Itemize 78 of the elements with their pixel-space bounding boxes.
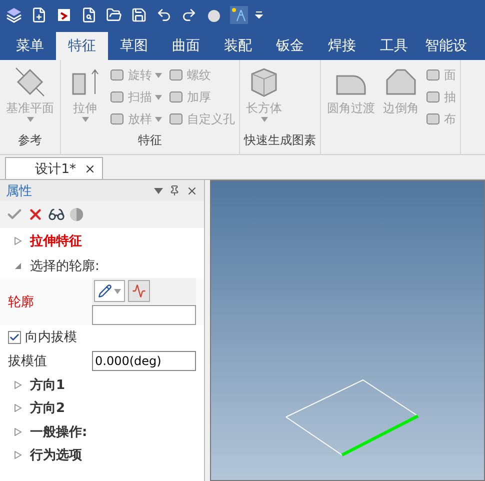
section-header: 方向1 — [30, 376, 66, 394]
ribbon-tab[interactable]: 钣金 — [264, 32, 316, 60]
ribbon-button[interactable]: 边倒角 — [381, 64, 421, 132]
ribbon-tab[interactable]: 工具 — [368, 32, 420, 60]
tool-icon — [425, 111, 441, 127]
section-header: 选择的轮廓: — [30, 258, 100, 274]
half-circle-icon[interactable] — [69, 207, 84, 222]
undo-icon[interactable] — [155, 6, 173, 24]
caret-icon — [114, 288, 121, 294]
close-icon[interactable] — [84, 162, 96, 174]
ribbon-tab[interactable]: 菜单 — [4, 32, 56, 60]
field-label: 拔模值 — [8, 353, 48, 370]
tool-icon — [425, 67, 441, 83]
cancel-icon[interactable] — [27, 206, 44, 223]
tree-icon[interactable] — [230, 6, 248, 24]
ribbon-tab[interactable]: 特征 — [56, 32, 108, 60]
app-logo-icon[interactable] — [5, 6, 23, 24]
dropdown-icon[interactable] — [154, 188, 163, 194]
collapse-arrow-icon[interactable] — [14, 262, 22, 270]
redo-icon[interactable] — [180, 6, 198, 24]
tool-icon — [109, 89, 125, 105]
checkbox-label: 向内拔模 — [25, 329, 77, 346]
expand-arrow-icon[interactable] — [14, 451, 22, 460]
ribbon-small-button[interactable]: 自定义孔 — [168, 108, 235, 130]
section-header: 方向2 — [30, 400, 66, 418]
section-header: 行为选项 — [30, 447, 82, 464]
panel-title: 属性 — [6, 182, 33, 200]
ribbon-small-button[interactable]: 旋转 — [109, 64, 162, 86]
ribbon-button[interactable]: 圆角过渡 — [325, 64, 377, 132]
wave-icon — [132, 284, 146, 298]
group-label: 参考 — [17, 132, 43, 149]
tool-icon — [425, 89, 441, 105]
ribbon-small-button[interactable]: 抽 — [425, 86, 456, 108]
ribbon-button[interactable]: 基准平面 — [4, 64, 56, 132]
save-icon[interactable] — [130, 6, 148, 24]
pin-icon[interactable] — [169, 185, 180, 196]
group-label: 快速生成图素 — [244, 132, 316, 149]
tool-icon — [168, 89, 184, 105]
ribbon-small-button[interactable]: 面 — [425, 64, 456, 86]
expand-arrow-icon[interactable] — [14, 404, 22, 412]
ribbon-tab[interactable]: 焊接 — [316, 32, 368, 60]
ribbon-small-button[interactable]: 布 — [425, 108, 456, 130]
ribbon-tab[interactable]: 智能设 — [420, 32, 472, 60]
tool-icon — [109, 67, 125, 83]
ribbon-small-button[interactable]: 加厚 — [168, 86, 235, 108]
field-label: 轮廓 — [8, 294, 35, 310]
glasses-icon[interactable] — [48, 206, 65, 223]
sketch-pick-button[interactable] — [94, 280, 125, 302]
group-label: 特征 — [137, 132, 163, 149]
ribbon-tab[interactable]: 草图 — [108, 32, 160, 60]
3d-viewport[interactable] — [210, 180, 485, 481]
document-tab[interactable]: 设计1* — [5, 157, 103, 179]
tool-icon — [109, 111, 125, 127]
folder-open-icon[interactable] — [105, 6, 123, 24]
close-icon[interactable] — [186, 184, 198, 196]
expand-arrow-icon[interactable] — [14, 380, 22, 389]
draft-angle-field[interactable]: 0.000(deg) — [92, 351, 196, 371]
file-import-icon[interactable] — [55, 6, 73, 24]
tool-icon — [168, 111, 184, 127]
expand-arrow-icon[interactable] — [14, 236, 22, 244]
checkbox[interactable] — [8, 330, 21, 344]
profile-field[interactable] — [92, 305, 196, 325]
tool-icon — [168, 67, 184, 83]
curve-pick-button[interactable] — [128, 280, 150, 302]
ribbon-button[interactable]: 拉伸 — [65, 64, 105, 132]
file-search-icon[interactable] — [80, 6, 98, 24]
ribbon-tab[interactable]: 装配 — [212, 32, 264, 60]
section-header: 拉伸特征 — [30, 232, 82, 250]
ribbon-small-button[interactable]: 放样 — [109, 108, 162, 130]
section-header: 一般操作: — [30, 424, 88, 441]
pencil-icon — [98, 284, 112, 298]
expand-arrow-icon[interactable] — [14, 428, 22, 436]
new-file-icon[interactable] — [30, 6, 48, 24]
customize-caret-icon[interactable] — [255, 11, 263, 19]
ribbon-small-button[interactable]: 螺纹 — [168, 64, 235, 86]
ribbon-small-button[interactable]: 扫描 — [109, 86, 162, 108]
ribbon-button[interactable]: 长方体 — [244, 64, 284, 132]
ribbon-tab[interactable]: 曲面 — [160, 32, 212, 60]
